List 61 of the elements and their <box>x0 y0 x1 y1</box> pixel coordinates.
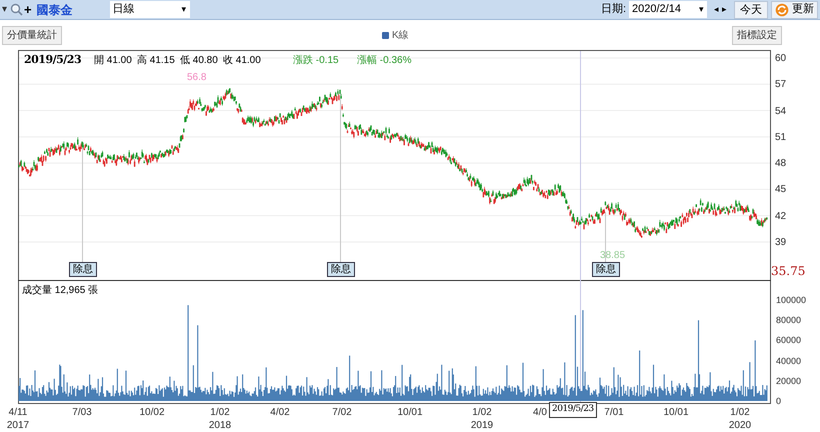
price-axis-label: 60 <box>775 52 786 66</box>
search-icon[interactable] <box>10 3 23 16</box>
dropdown-caret[interactable]: ▾ <box>2 2 7 17</box>
price-axis-label: 48 <box>775 157 786 172</box>
price-axis-label: 51 <box>775 130 786 145</box>
date-axis-label: 1/02 <box>730 406 750 420</box>
price-axis-label: 39 <box>775 236 786 250</box>
year-axis-label: 2019 <box>470 419 494 432</box>
volume-axis-label: 0 <box>776 395 782 408</box>
volume-axis-label: 60000 <box>776 334 802 348</box>
today-button[interactable]: 今天 <box>734 0 768 18</box>
dividend-marker: 除息 <box>327 262 355 277</box>
quote-value: 收 41.00 <box>223 54 261 68</box>
date-axis-label: 4/0 <box>533 406 547 420</box>
low-price-label: 38.85 <box>600 249 626 263</box>
date-axis-label: 4/02 <box>270 406 290 420</box>
quote-value: 低 40.80 <box>180 54 218 68</box>
price-axis-label: 45 <box>775 183 786 198</box>
date-axis-label: 1/02 <box>472 406 492 420</box>
quote-value: 漲跌 -0.15 <box>293 54 339 68</box>
date-field[interactable]: 2020/2/14 ▾ <box>629 1 707 18</box>
date-axis-label: 7/01 <box>604 406 624 420</box>
year-axis-label: 2017 <box>6 419 30 432</box>
next-day-button[interactable]: ▸ <box>722 2 727 16</box>
price-axis-label: 57 <box>775 78 786 92</box>
quote-date: 2019/5/23 <box>24 52 82 68</box>
date-axis-label: 7/03 <box>72 406 92 420</box>
indicator-settings-button[interactable]: 指標設定 <box>732 26 782 44</box>
refresh-button[interactable]: 更新 <box>771 0 818 18</box>
date-axis-label: 1/02 <box>210 406 230 420</box>
volume-axis-label: 20000 <box>776 374 802 388</box>
price-axis-label: 42 <box>775 210 786 224</box>
price-axis-label: 54 <box>775 104 786 119</box>
volume-axis-label: 100000 <box>776 294 806 307</box>
dividend-marker: 除息 <box>592 262 620 277</box>
zoom-in-button[interactable]: + <box>24 0 32 20</box>
dividend-marker: 除息 <box>69 262 97 277</box>
date-axis-label: 10/02 <box>139 406 165 420</box>
volume-title: 成交量 12,965 張 <box>22 284 98 298</box>
date-axis-label: 10/01 <box>663 406 689 420</box>
volume-axis-label: 40000 <box>776 354 802 368</box>
volume-profile-button[interactable]: 分價量統計 <box>2 26 62 44</box>
legend-swatch-icon <box>382 32 389 38</box>
legend-label: K線 <box>392 28 409 42</box>
date-label: 日期: <box>600 2 626 18</box>
quote-value: 開 41.00 <box>94 54 132 68</box>
date-axis-label: 4/11 <box>8 406 28 420</box>
year-axis-label: 2018 <box>208 419 232 432</box>
year-axis-label: 2020 <box>728 419 752 432</box>
high-price-label: 56.8 <box>187 71 206 85</box>
crosshair-date-label: 2019/5/23 <box>549 402 597 418</box>
period-dropdown[interactable]: 日線 ▾ <box>110 1 190 18</box>
quote-value: 高 41.15 <box>137 54 175 68</box>
stock-name: 國泰金 <box>36 2 74 18</box>
date-axis-label: 10/01 <box>397 406 423 420</box>
quote-value: 漲幅 -0.36% <box>357 54 412 68</box>
volume-axis-label: 80000 <box>776 314 802 328</box>
previous-day-button[interactable]: ◂ <box>714 2 719 16</box>
last-price-label: 35.75 <box>771 263 806 280</box>
refresh-icon <box>775 2 789 16</box>
date-axis-label: 7/02 <box>332 406 352 420</box>
